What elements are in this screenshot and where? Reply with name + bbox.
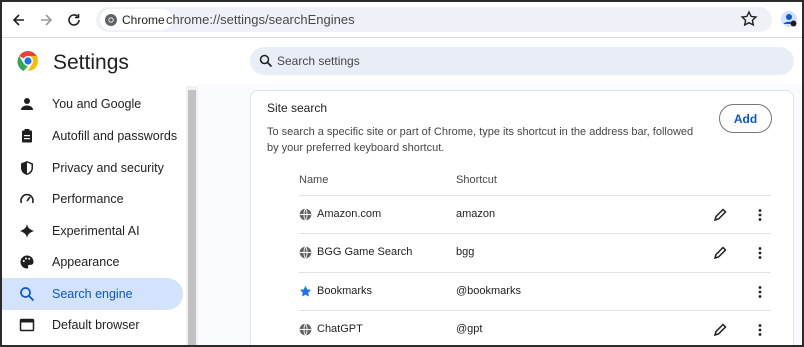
palette-icon [20,255,34,269]
person-icon [21,98,33,110]
browser-window: Chrome chrome://settings/searchEngines S… [0,0,804,347]
chrome-icon [105,13,117,26]
star-outline-icon [740,10,758,27]
bookmark-star-button[interactable] [740,10,758,33]
chrome-logo [17,50,39,77]
row-name: BGG Game Search [317,246,413,258]
sidebar-item-experimental-ai[interactable]: Experimental AI [2,215,183,247]
pencil-icon[interactable] [712,207,728,223]
reload-icon [68,14,80,26]
sidebar-item-autofill[interactable]: Autofill and passwords [2,120,183,152]
sidebar-item-label: Autofill and passwords [52,129,178,143]
sidebar-item-default-browser[interactable]: Default browser [2,309,183,341]
row-name: Bookmarks [317,285,373,297]
sidebar-item-label: Performance [52,192,124,206]
table-row: BGG Game Search bgg [299,233,771,271]
sidebar-item-label: Experimental AI [52,224,140,238]
chrome-logo-icon [17,51,38,71]
section-description: To search a specific site or part of Chr… [267,126,694,154]
page-title: Settings [53,51,129,74]
address-bar[interactable]: Chrome chrome://settings/searchEngines [96,7,772,32]
star-icon [299,285,312,297]
more-vert-icon[interactable] [752,245,768,261]
back-button[interactable] [9,10,29,30]
sidebar-item-performance[interactable]: Performance [2,183,183,215]
browser-icon [19,318,35,332]
globe-icon [299,246,312,259]
row-shortcut: @gpt [456,323,483,335]
sidebar-item-you-and-google[interactable]: You and Google [2,88,183,120]
section-title: Site search [267,101,328,115]
forward-button[interactable] [36,10,56,30]
settings-header: Settings Search settings [2,38,802,84]
sidebar-scrollbar[interactable] [186,86,198,345]
sidebar-item-label: Search engine [52,287,133,301]
forward-arrow-icon [41,14,53,26]
sidebar-item-label: You and Google [52,97,142,111]
site-search-card: Site search To search a specific site or… [250,90,794,345]
table-row: Bookmarks @bookmarks [299,272,771,310]
sidebar-item-label: Privacy and security [52,161,164,175]
sidebar-item-privacy[interactable]: Privacy and security [2,152,183,184]
globe-icon [299,323,312,336]
row-shortcut: amazon [456,208,496,220]
sidebar-item-label: Appearance [52,255,120,269]
column-header-shortcut: Shortcut [456,174,497,186]
site-chip[interactable]: Chrome [100,9,173,30]
profile-button[interactable] [780,10,798,33]
scrollbar-thumb[interactable] [188,90,196,345]
add-button[interactable]: Add [719,104,772,133]
table-row: Amazon.com amazon [299,195,771,233]
back-arrow-icon [12,14,24,26]
search-icon [259,54,273,68]
pencil-icon[interactable] [712,245,728,261]
row-shortcut: @bookmarks [456,285,521,297]
column-header-name: Name [299,174,329,186]
row-name: ChatGPT [317,323,363,335]
shield-icon [21,161,33,175]
profile-avatar-icon [781,11,797,27]
sparkle-icon [20,224,34,238]
search-icon [20,287,35,302]
row-name: Amazon.com [317,208,382,220]
table-row: ChatGPT @gpt [299,310,771,345]
sidebar-item-search-engine[interactable]: Search engine [2,278,183,310]
globe-icon [299,208,312,221]
site-chip-label: Chrome [122,12,165,27]
row-shortcut: bgg [456,246,475,258]
sidebar-item-label: Default browser [52,318,140,332]
pencil-icon[interactable] [712,322,728,338]
gauge-icon [20,193,34,204]
more-vert-icon[interactable] [752,207,768,223]
sidebar-item-appearance[interactable]: Appearance [2,246,183,278]
clipboard-icon [22,129,32,143]
settings-sidebar: You and Google Autofill and passwords Pr… [2,86,186,345]
more-vert-icon[interactable] [752,322,768,338]
browser-toolbar: Chrome chrome://settings/searchEngines [2,2,802,38]
reload-button[interactable] [64,10,84,30]
more-vert-icon[interactable] [752,284,768,300]
search-settings-input[interactable]: Search settings [250,47,794,75]
url-text[interactable]: chrome://settings/searchEngines [166,12,355,27]
search-placeholder: Search settings [277,54,360,68]
